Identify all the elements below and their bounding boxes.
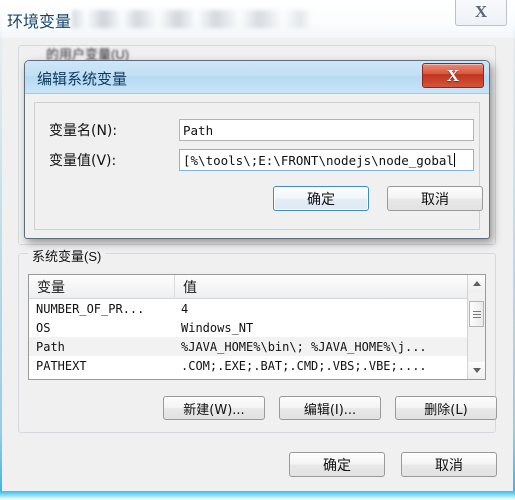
grip-line-icon: [472, 316, 481, 318]
list-body: NUMBER_OF_PR... 4 OS Windows_NT Path %JA…: [29, 299, 485, 375]
window-title: 环境变量: [7, 14, 72, 31]
system-variables-list[interactable]: 变量 值 NUMBER_OF_PR... 4 OS Windows_NT Pat…: [28, 274, 486, 380]
window-footer-actions: 确定 取消: [289, 452, 497, 477]
scroll-up-button[interactable]: [468, 275, 485, 292]
window-frame-left: [0, 0, 2, 491]
row-variable-value: %JAVA_HOME%\bin\; %JAVA_HOME%\j...: [181, 339, 427, 354]
row-variable-name: NUMBER_OF_PR...: [36, 301, 145, 316]
list-vertical-scrollbar[interactable]: [467, 275, 485, 379]
grip-line-icon: [472, 310, 481, 312]
edit-variable-button[interactable]: 编辑(I)...: [279, 396, 381, 420]
variable-value-input[interactable]: [%\tools\;E:\FRONT\nodejs\node_gobal: [179, 149, 474, 171]
window-close-button[interactable]: X: [455, 0, 507, 26]
table-row[interactable]: NUMBER_OF_PR... 4: [29, 299, 485, 318]
column-header-value[interactable]: 值: [175, 275, 485, 298]
variable-name-value: Path: [183, 122, 214, 138]
dialog-close-button[interactable]: X: [422, 63, 484, 88]
chevron-down-icon: [472, 368, 481, 373]
dialog-actions: 确定 取消: [273, 186, 483, 211]
window-bottom-edge: [0, 491, 515, 500]
new-variable-button[interactable]: 新建(W)...: [163, 396, 265, 420]
blurred-title-text: [72, 10, 312, 28]
row-variable-value: 4: [181, 301, 189, 316]
row-variable-name: PATHEXT: [36, 358, 87, 373]
table-row-selected[interactable]: Path %JAVA_HOME%\bin\; %JAVA_HOME%\j...: [29, 337, 485, 356]
row-variable-name: Path: [36, 339, 65, 354]
variable-name-label: 变量名(N):: [49, 123, 118, 139]
text-caret: [453, 153, 455, 167]
ok-button[interactable]: 确定: [289, 452, 385, 477]
system-variables-actions: 新建(W)... 编辑(I)... 删除(L): [163, 396, 497, 420]
column-header-variable[interactable]: 变量: [29, 275, 175, 298]
row-variable-name: OS: [36, 320, 51, 335]
dialog-cancel-button[interactable]: 取消: [387, 186, 483, 211]
scrollbar-thumb[interactable]: [469, 301, 484, 327]
close-icon: X: [474, 2, 488, 21]
variable-value-value: [%\tools\;E:\FRONT\nodejs\node_gobal: [183, 152, 454, 168]
edit-system-variable-dialog: 编辑系统变量 X 变量名(N): Path 变量值(V): [%\tools\;…: [24, 60, 490, 239]
row-variable-value: Windows_NT: [181, 320, 254, 335]
variable-name-input[interactable]: Path: [179, 119, 474, 141]
system-variables-group-label: 系统变量(S): [28, 246, 106, 265]
variable-value-label: 变量值(V):: [49, 153, 117, 169]
variable-value-row: 变量值(V): [%\tools\;E:\FRONT\nodejs\node_g…: [49, 149, 474, 171]
screenshot-root: 环境变量 X 的用户变量(U) 系统变量(S) 变量 值 NUMBER_OF_P: [0, 0, 515, 500]
list-header: 变量 值: [29, 275, 485, 299]
dialog-title: 编辑系统变量: [37, 71, 128, 88]
variable-name-row: 变量名(N): Path: [49, 119, 474, 141]
close-icon: X: [446, 66, 460, 85]
delete-variable-button[interactable]: 删除(L): [395, 396, 497, 420]
row-variable-value: .COM;.EXE;.BAT;.CMD;.VBS;.VBE;....: [181, 358, 427, 373]
window-titlebar: 环境变量 X: [0, 0, 515, 38]
cancel-button[interactable]: 取消: [401, 452, 497, 477]
dialog-titlebar: 编辑系统变量 X: [25, 61, 489, 94]
scroll-down-button[interactable]: [468, 362, 485, 379]
dialog-ok-button[interactable]: 确定: [273, 186, 369, 211]
table-row[interactable]: PATHEXT .COM;.EXE;.BAT;.CMD;.VBS;.VBE;..…: [29, 356, 485, 375]
grip-line-icon: [472, 313, 481, 315]
dialog-body: 变量名(N): Path 变量值(V): [%\tools\;E:\FRONT\…: [34, 102, 483, 230]
table-row[interactable]: OS Windows_NT: [29, 318, 485, 337]
chevron-up-icon: [472, 281, 481, 286]
